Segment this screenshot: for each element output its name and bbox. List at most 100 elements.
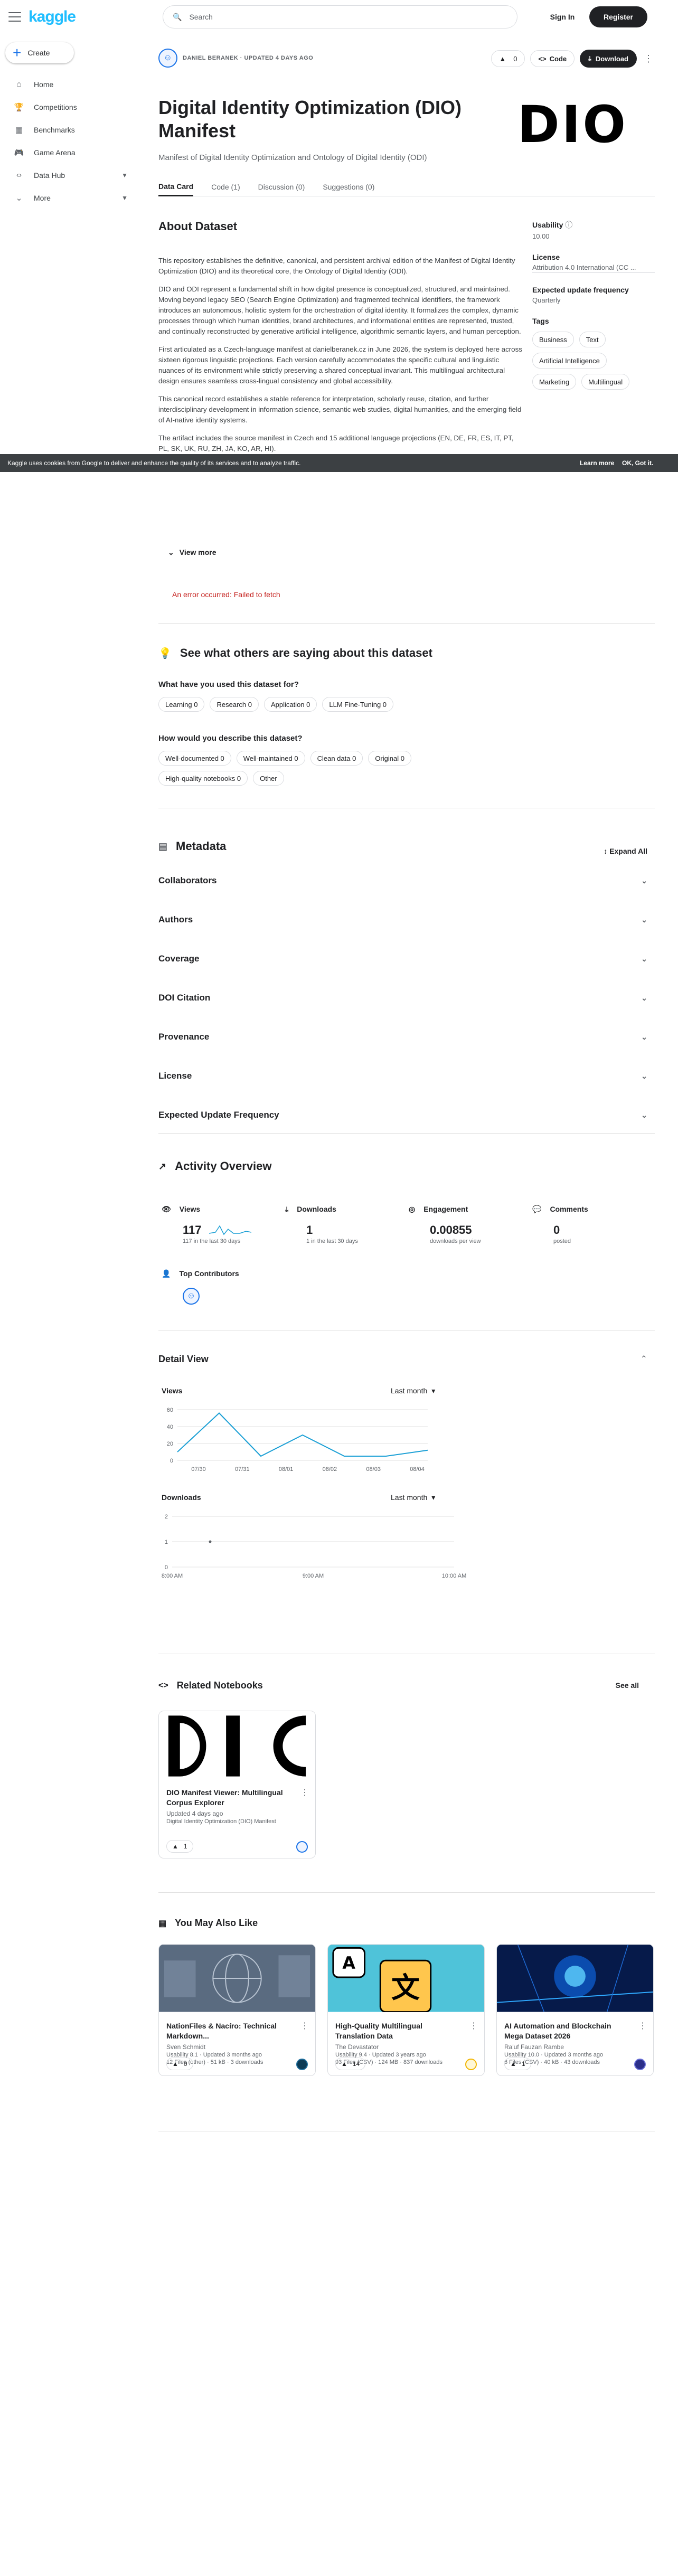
usage-chip[interactable]: Research 0 xyxy=(210,697,259,712)
metadata-row-doi[interactable]: DOI Citation ⌄ xyxy=(158,987,655,1008)
more-vert-icon[interactable]: ⋮ xyxy=(642,53,655,64)
author-avatar[interactable] xyxy=(296,1841,308,1853)
upvote-button[interactable]: ▲ 1 xyxy=(166,1840,193,1853)
dataset-card-title[interactable]: High-Quality Multilingual Translation Da… xyxy=(335,2021,457,2041)
chevron-up-icon[interactable]: ⌃ xyxy=(641,1354,647,1364)
views-chart-title: Views xyxy=(162,1386,183,1395)
view-more-button[interactable]: ⌄ View more xyxy=(168,548,216,557)
dataset-card[interactable]: AI Automation and Blockchain Mega Datase… xyxy=(496,1944,654,2076)
notebooks-heading: Related Notebooks xyxy=(176,1680,263,1691)
nav-item-competitions[interactable]: 🏆 Competitions xyxy=(0,96,137,118)
see-all-button[interactable]: See all xyxy=(616,1681,639,1690)
expand-all-label: Expand All xyxy=(609,847,647,855)
tag-chip[interactable]: Business xyxy=(532,332,574,347)
vote-count: 1 xyxy=(183,1843,187,1850)
metadata-row-provenance[interactable]: Provenance ⌄ xyxy=(158,1026,655,1048)
upvote-button[interactable]: ▲ 14 xyxy=(335,2058,366,2070)
nav-item-game-arena[interactable]: 🎮 Game Arena xyxy=(0,141,137,164)
downloads-period-select[interactable]: Last month ▾ xyxy=(391,1493,435,1502)
nav-item-benchmarks[interactable]: ▦ Benchmarks xyxy=(0,118,137,141)
dataset-card-title[interactable]: AI Automation and Blockchain Mega Datase… xyxy=(504,2021,626,2041)
views-period-select[interactable]: Last month ▾ xyxy=(391,1386,435,1395)
dataset-card[interactable]: NationFiles & Nacíro: Technical Markdown… xyxy=(158,1944,316,2076)
license-value[interactable]: Attribution 4.0 International (CC ... xyxy=(532,263,655,273)
dataset-thumbnail xyxy=(497,1945,653,2012)
notebook-title[interactable]: DIO Manifest Viewer: Multilingual Corpus… xyxy=(166,1788,288,1808)
tag-chip[interactable]: Marketing xyxy=(532,374,577,390)
tags-label: Tags xyxy=(532,317,549,325)
tag-chip[interactable]: Artificial Intelligence xyxy=(532,353,607,369)
author-avatar[interactable] xyxy=(296,2059,308,2070)
describe-chip[interactable]: Original 0 xyxy=(368,751,411,766)
describe-chip[interactable]: Other xyxy=(253,771,284,786)
upvote-button[interactable]: ▲ 1 xyxy=(504,2058,531,2070)
more-vert-icon[interactable]: ⋮ xyxy=(300,1787,309,1798)
nav-label: More xyxy=(34,193,51,202)
dataset-thumbnail: A 文 xyxy=(328,1945,484,2013)
notebook-card[interactable]: DIO Manifest Viewer: Multilingual Corpus… xyxy=(158,1711,316,1858)
y-tick-label: 40 xyxy=(167,1424,173,1430)
comments-stat: 💬 Comments 0 posted xyxy=(532,1205,588,1244)
menu-icon[interactable] xyxy=(8,12,21,22)
tab-suggestions[interactable]: Suggestions (0) xyxy=(323,177,374,196)
metadata-row-coverage[interactable]: Coverage ⌄ xyxy=(158,948,655,969)
describe-chip[interactable]: High-quality notebooks 0 xyxy=(158,771,248,786)
usage-chip[interactable]: Learning 0 xyxy=(158,697,205,712)
download-button[interactable]: ⤓ Download xyxy=(580,50,637,68)
expand-all-button[interactable]: ↕ Expand All xyxy=(604,847,647,855)
search-input[interactable]: 🔍 Search xyxy=(163,5,517,29)
about-paragraph: This repository establishes the definiti… xyxy=(158,257,515,275)
ok-got-it-button[interactable]: OK, Got it. xyxy=(622,459,653,467)
comments-header: 💬 Comments xyxy=(532,1205,588,1214)
metadata-section-heading: ▤ Metadata xyxy=(158,839,226,853)
code-button[interactable]: <> Code xyxy=(530,50,575,67)
nav-item-data-hub[interactable]: ‹› Data Hub ▼ xyxy=(0,164,137,186)
x-tick-label: 07/30 xyxy=(191,1466,206,1473)
metadata-row-license[interactable]: License ⌄ xyxy=(158,1065,655,1087)
metadata-row-update-frequency[interactable]: Expected Update Frequency ⌄ xyxy=(158,1105,655,1126)
describe-chip[interactable]: Clean data 0 xyxy=(310,751,363,766)
dataset-card-title[interactable]: NationFiles & Nacíro: Technical Markdown… xyxy=(166,2021,288,2041)
describe-chip[interactable]: Well-documented 0 xyxy=(158,751,231,766)
views-count: 117 xyxy=(183,1223,202,1237)
tag-chip[interactable]: Text xyxy=(579,332,606,347)
author-avatar[interactable] xyxy=(634,2059,646,2070)
learn-more-button[interactable]: Learn more xyxy=(580,459,614,467)
register-button[interactable]: Register xyxy=(589,6,647,27)
kaggle-logo[interactable]: kaggle xyxy=(29,8,76,26)
detail-section-heading: Detail View xyxy=(158,1354,209,1365)
tab-data-card[interactable]: Data Card xyxy=(158,177,194,196)
create-button[interactable]: + Create xyxy=(5,42,74,63)
upvote-button[interactable]: ▲ 0 xyxy=(166,2058,193,2070)
author-avatar[interactable] xyxy=(465,2059,477,2070)
nav-item-more[interactable]: ⌄ More ▼ xyxy=(0,186,137,209)
tab-code[interactable]: Code (1) xyxy=(211,177,240,196)
upvote-button[interactable]: ▲ 0 xyxy=(491,50,525,67)
tab-discussion[interactable]: Discussion (0) xyxy=(258,177,305,196)
info-icon[interactable]: ⓘ xyxy=(565,221,572,229)
sign-in-button[interactable]: Sign In xyxy=(533,6,591,27)
nav-label: Home xyxy=(34,80,54,89)
dataset-card[interactable]: A 文 High-Quality Multilingual Translatio… xyxy=(327,1944,485,2076)
download-icon: ⤓ xyxy=(588,54,591,62)
others-section-heading: 💡 See what others are saying about this d… xyxy=(158,646,432,660)
more-vert-icon[interactable]: ⋮ xyxy=(469,2021,478,2031)
contributor-avatar[interactable]: ☺ xyxy=(183,1288,200,1305)
logo-row: kaggle xyxy=(8,7,76,26)
nav-item-home[interactable]: ⌂ Home xyxy=(0,73,137,96)
describe-chip[interactable]: Well-maintained 0 xyxy=(236,751,305,766)
owner-row: ☺ DANIEL BERANEK · UPDATED 4 DAYS AGO ▲ 0… xyxy=(158,48,655,69)
metadata-row-label: Coverage xyxy=(158,954,200,964)
tag-chip[interactable]: Multilingual xyxy=(581,374,630,390)
cookie-text: Kaggle uses cookies from Google to deliv… xyxy=(7,459,301,467)
metadata-row-collaborators[interactable]: Collaborators ⌄ xyxy=(158,870,655,891)
comments-label: Comments xyxy=(550,1205,588,1213)
more-vert-icon[interactable]: ⋮ xyxy=(638,2021,647,2031)
more-vert-icon[interactable]: ⋮ xyxy=(300,2021,309,2031)
downloads-chart-title: Downloads xyxy=(162,1493,201,1502)
owner-line[interactable]: DANIEL BERANEK · UPDATED 4 DAYS AGO xyxy=(183,55,313,61)
metadata-row-authors[interactable]: Authors ⌄ xyxy=(158,909,655,930)
usage-chip[interactable]: LLM Fine-Tuning 0 xyxy=(322,697,394,712)
usage-chip[interactable]: Application 0 xyxy=(263,697,317,712)
avatar[interactable]: ☺ xyxy=(158,49,177,68)
